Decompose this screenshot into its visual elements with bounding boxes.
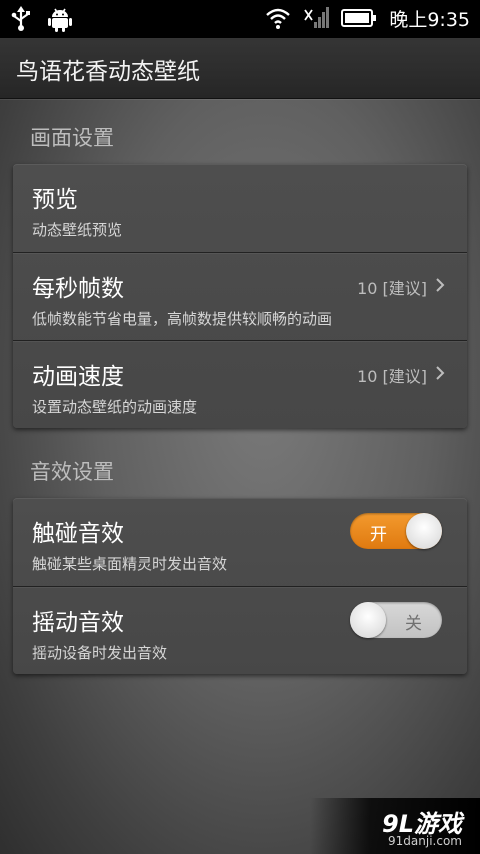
toggle-on-label: 开 bbox=[370, 525, 387, 545]
display-settings-group: 预览 动态壁纸预览 每秒帧数 10 [建议] 低帧数能节省电量，高帧数提供较顺畅… bbox=[13, 164, 467, 428]
animation-speed-value: 10 [建议] bbox=[357, 367, 427, 386]
usb-icon bbox=[10, 6, 32, 36]
shake-sound-title: 摇动音效 bbox=[32, 610, 124, 636]
status-time: 晚上9:35 bbox=[389, 9, 470, 31]
shake-sound-subtitle: 摇动设备时发出音效 bbox=[32, 644, 168, 662]
sound-settings-group: 触碰音效 开 触碰某些桌面精灵时发出音效 摇动音效 关 摇动设备时发出音效 bbox=[13, 498, 467, 674]
section-header-display: 画面设置 bbox=[30, 126, 114, 150]
chevron-right-icon bbox=[435, 277, 445, 297]
watermark: 9L游戏 91danji.com bbox=[310, 798, 480, 854]
no-signal-icon bbox=[303, 6, 330, 34]
toggle-off-label: 关 bbox=[405, 614, 422, 634]
touch-sound-title: 触碰音效 bbox=[32, 521, 124, 547]
touch-sound-row[interactable]: 触碰音效 开 触碰某些桌面精灵时发出音效 bbox=[13, 498, 467, 586]
fps-subtitle: 低帧数能节省电量，高帧数提供较顺畅的动画 bbox=[32, 310, 333, 328]
watermark-url: 91danji.com bbox=[388, 834, 462, 848]
preview-row[interactable]: 预览 动态壁纸预览 bbox=[13, 164, 467, 252]
animation-speed-row[interactable]: 动画速度 10 [建议] 设置动态壁纸的动画速度 bbox=[13, 340, 467, 429]
android-debug-icon bbox=[48, 6, 72, 36]
status-bar: 晚上9:35 bbox=[0, 0, 480, 38]
chevron-right-icon bbox=[435, 365, 445, 385]
fps-value: 10 [建议] bbox=[357, 279, 427, 298]
fps-row[interactable]: 每秒帧数 10 [建议] 低帧数能节省电量，高帧数提供较顺畅的动画 bbox=[13, 252, 467, 341]
animation-speed-title: 动画速度 bbox=[32, 364, 124, 390]
shake-sound-toggle[interactable]: 关 bbox=[350, 602, 442, 638]
shake-sound-row[interactable]: 摇动音效 关 摇动设备时发出音效 bbox=[13, 586, 467, 675]
touch-sound-toggle[interactable]: 开 bbox=[350, 513, 442, 549]
page-title: 鸟语花香动态壁纸 bbox=[16, 59, 200, 85]
battery-icon bbox=[341, 8, 377, 32]
toggle-knob bbox=[350, 602, 386, 638]
touch-sound-subtitle: 触碰某些桌面精灵时发出音效 bbox=[32, 555, 228, 573]
preview-subtitle: 动态壁纸预览 bbox=[32, 221, 123, 239]
fps-title: 每秒帧数 bbox=[32, 276, 124, 302]
animation-speed-subtitle: 设置动态壁纸的动画速度 bbox=[32, 398, 198, 416]
preview-title: 预览 bbox=[32, 187, 78, 213]
wifi-icon bbox=[265, 6, 291, 34]
section-header-sound: 音效设置 bbox=[30, 460, 114, 484]
toggle-knob bbox=[406, 513, 442, 549]
app-title-bar: 鸟语花香动态壁纸 bbox=[0, 38, 480, 99]
